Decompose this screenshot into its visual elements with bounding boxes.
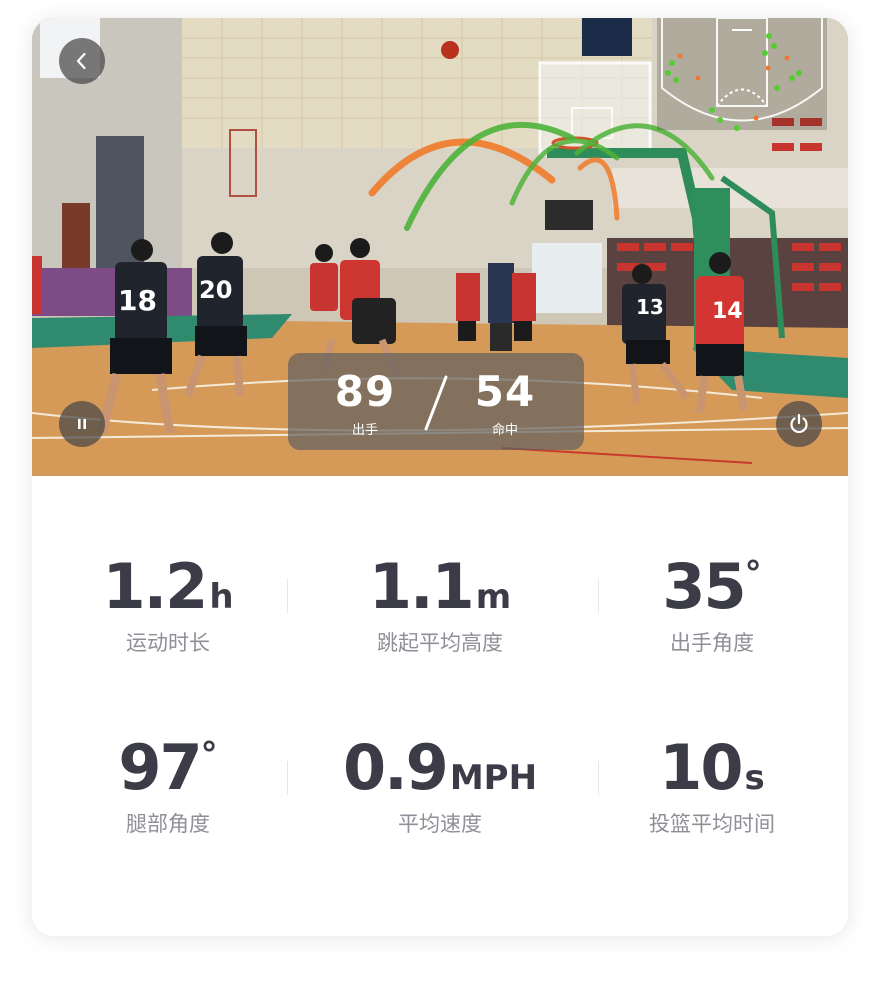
stat-value: 97 [118,731,202,804]
stats-grid: 1.2h 运动时长 1.1m 跳起平均高度 35° 出手角度 97° 腿部角度 … [32,476,848,936]
pause-button[interactable] [59,401,105,447]
stat-release-angle: 35° 出手角度 [576,550,848,657]
stat-avg-speed: 0.9MPH 平均速度 [304,731,576,838]
stat-unit: m [475,577,512,617]
stat-label: 运动时长 [126,631,210,655]
stat-unit: s [744,758,765,798]
slash-divider [424,375,448,431]
jersey-number: 20 [199,276,232,304]
stat-value: 1.2 [102,550,208,623]
stat-unit: h [209,577,234,617]
stat-label: 出手角度 [670,631,754,655]
stat-value: 35 [662,550,746,623]
stat-value: 10 [659,731,743,804]
stat-label: 跳起平均高度 [377,631,503,655]
stat-leg-angle: 97° 腿部角度 [32,731,304,838]
pause-icon [78,419,86,429]
jersey-number: 13 [636,295,664,319]
jersey-number: 18 [118,284,157,317]
video-player[interactable]: 18 20 13 14 89 出手 54 命中 [32,18,848,476]
stat-unit: ° [200,735,218,775]
jersey-number: 14 [712,299,743,324]
power-button[interactable] [776,401,822,447]
power-icon [790,413,808,434]
stat-label: 腿部角度 [126,812,210,836]
stat-label: 投篮平均时间 [649,812,775,836]
stat-shot-time: 10s 投篮平均时间 [576,731,848,838]
stat-unit: MPH [449,758,538,798]
column-divider [287,761,288,795]
chevron-left-icon [76,52,86,70]
stat-value: 1.1 [368,550,475,623]
stat-unit: ° [744,554,762,594]
stat-duration: 1.2h 运动时长 [32,550,304,657]
session-card: 18 20 13 14 89 出手 54 命中 1.2h 运动时长 1.1m 跳… [32,18,848,936]
stat-label: 平均速度 [398,812,482,836]
shots-made-value: 54 [474,367,536,416]
shots-attempted-value: 89 [334,367,396,416]
shot-score-panel: 89 出手 54 命中 [288,353,584,450]
back-button[interactable] [59,38,105,84]
shots-made-label: 命中 [491,423,518,438]
stat-jump-height: 1.1m 跳起平均高度 [304,550,576,657]
column-divider [287,579,288,613]
shots-attempted-label: 出手 [351,423,378,438]
stat-value: 0.9 [342,731,449,804]
